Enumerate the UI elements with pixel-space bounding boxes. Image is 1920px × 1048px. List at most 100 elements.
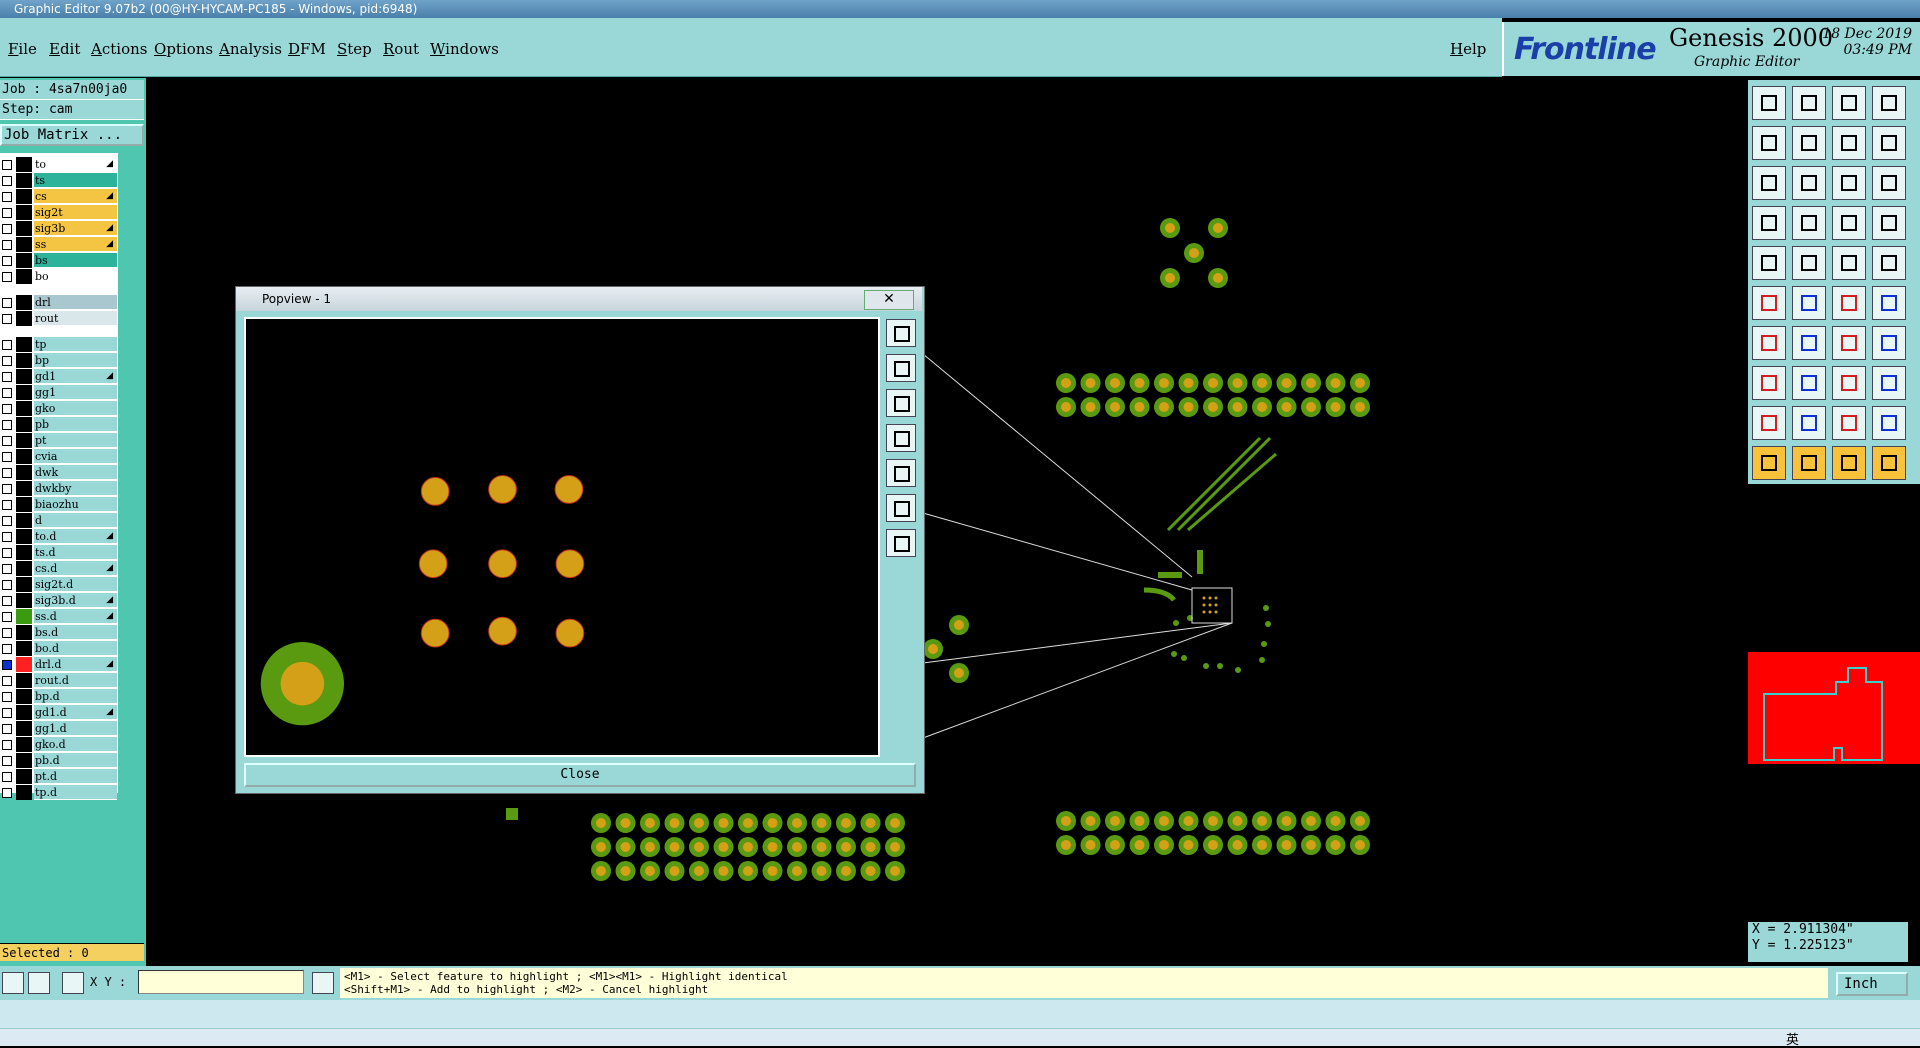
- layer-checkbox[interactable]: [2, 240, 12, 250]
- pad[interactable]: [1085, 402, 1096, 412]
- pad[interactable]: [1232, 378, 1243, 388]
- layer-row[interactable]: bo: [0, 269, 118, 284]
- popview-canvas[interactable]: [244, 317, 880, 757]
- layer-checkbox[interactable]: [2, 628, 12, 638]
- job-matrix-button[interactable]: Job Matrix ...: [0, 124, 144, 146]
- layer-color-swatch[interactable]: [16, 385, 32, 400]
- layer-checkbox[interactable]: [2, 580, 12, 590]
- tool-button[interactable]: [1872, 166, 1906, 200]
- layer-name[interactable]: sig2t.d: [34, 577, 117, 592]
- layer-color-swatch[interactable]: [16, 205, 32, 220]
- layer-row[interactable]: ts.d: [0, 545, 118, 560]
- menu-actions[interactable]: Actions: [91, 40, 147, 58]
- pad[interactable]: [1263, 605, 1269, 611]
- popview-close-button[interactable]: Close: [244, 763, 916, 787]
- pad[interactable]: [1213, 223, 1223, 233]
- snap-icon[interactable]: [2, 972, 24, 994]
- menu-rout[interactable]: Rout: [383, 40, 419, 58]
- pad[interactable]: [1110, 378, 1120, 388]
- pad[interactable]: [767, 818, 778, 828]
- pad[interactable]: [1208, 402, 1218, 412]
- layer-color-swatch[interactable]: [16, 753, 32, 768]
- tool-button[interactable]: [1872, 86, 1906, 120]
- tool-button[interactable]: [1872, 406, 1906, 440]
- layer-name[interactable]: dwk: [34, 465, 117, 480]
- layer-name[interactable]: tp: [34, 337, 117, 352]
- tool-button[interactable]: [1872, 326, 1906, 360]
- pad[interactable]: [645, 818, 655, 828]
- pad[interactable]: [1061, 402, 1071, 412]
- pad[interactable]: [954, 620, 964, 630]
- pad[interactable]: [645, 866, 655, 876]
- layer-color-swatch[interactable]: [16, 253, 32, 268]
- layer-row[interactable]: gko: [0, 401, 118, 416]
- layer-name[interactable]: bs: [34, 253, 117, 268]
- tool-button[interactable]: [1832, 166, 1866, 200]
- layer-name[interactable]: bp: [34, 353, 117, 368]
- layer-color-swatch[interactable]: [16, 561, 32, 576]
- pad[interactable]: [1202, 596, 1206, 600]
- layer-color-swatch[interactable]: [16, 481, 32, 496]
- layer-color-swatch[interactable]: [16, 609, 32, 624]
- layer-checkbox[interactable]: [2, 612, 12, 622]
- layer-name[interactable]: pb.d: [34, 753, 117, 768]
- pad[interactable]: [1257, 402, 1267, 412]
- layer-row[interactable]: dwkby: [0, 481, 118, 496]
- tool-button[interactable]: [1752, 446, 1786, 480]
- pad[interactable]: [841, 866, 851, 876]
- pad[interactable]: [792, 866, 802, 876]
- tool-button[interactable]: [1872, 366, 1906, 400]
- layer-checkbox[interactable]: [2, 272, 12, 282]
- tool-button[interactable]: [1792, 326, 1826, 360]
- layer-name[interactable]: gko.d: [34, 737, 117, 752]
- layer-row[interactable]: pb.d: [0, 753, 118, 768]
- layer-name[interactable]: cs.d ◢: [34, 561, 117, 576]
- layer-checkbox[interactable]: [2, 256, 12, 266]
- pad[interactable]: [1259, 657, 1265, 663]
- layer-row[interactable]: gg1: [0, 385, 118, 400]
- pad[interactable]: [1257, 840, 1267, 850]
- pad[interactable]: [1203, 663, 1209, 669]
- menu-analysis[interactable]: Analysis: [219, 40, 282, 58]
- layer-row[interactable]: d: [0, 513, 118, 528]
- pad[interactable]: [1061, 816, 1071, 826]
- layer-color-swatch[interactable]: [16, 311, 32, 326]
- tool-button[interactable]: [1752, 406, 1786, 440]
- layer-color-swatch[interactable]: [16, 449, 32, 464]
- pad[interactable]: [1159, 402, 1169, 412]
- layer-color-swatch[interactable]: [16, 689, 32, 704]
- layer-row[interactable]: sig2t.d: [0, 577, 118, 592]
- pad[interactable]: [1208, 603, 1212, 607]
- layer-name[interactable]: d: [34, 513, 117, 528]
- info-icon[interactable]: [312, 972, 334, 994]
- layer-name[interactable]: gd1 ◢: [34, 369, 117, 384]
- pad[interactable]: [865, 842, 876, 852]
- tool-button[interactable]: [1832, 246, 1866, 280]
- popview-window[interactable]: Popview - 1 ✕ Close: [235, 286, 925, 794]
- pad[interactable]: [1110, 816, 1120, 826]
- pad[interactable]: [1232, 816, 1243, 826]
- layer-checkbox[interactable]: [2, 516, 12, 526]
- popview-close-icon[interactable]: ✕: [864, 290, 914, 310]
- popview-tool-button[interactable]: [886, 389, 916, 417]
- popview-pad[interactable]: [555, 549, 585, 579]
- layer-name[interactable]: ss ◢: [34, 237, 117, 252]
- layer-name[interactable]: biaozhu: [34, 497, 117, 512]
- pad[interactable]: [792, 842, 802, 852]
- layer-name[interactable]: gd1.d ◢: [34, 705, 117, 720]
- layer-color-swatch[interactable]: [16, 513, 32, 528]
- popview-tool-button[interactable]: [886, 529, 916, 557]
- pad[interactable]: [1214, 603, 1218, 607]
- tool-button[interactable]: [1832, 406, 1866, 440]
- menu-options[interactable]: Options: [154, 40, 213, 58]
- layer-checkbox[interactable]: [2, 708, 12, 718]
- tool-button[interactable]: [1872, 446, 1906, 480]
- layer-name[interactable]: sig2t: [34, 205, 117, 220]
- layer-row[interactable]: to.d ◢: [0, 529, 118, 544]
- layer-checkbox[interactable]: [2, 388, 12, 398]
- tool-button[interactable]: [1792, 166, 1826, 200]
- layer-color-swatch[interactable]: [16, 221, 32, 236]
- popview-pad[interactable]: [420, 477, 450, 506]
- layer-checkbox[interactable]: [2, 500, 12, 510]
- pad[interactable]: [1165, 223, 1175, 233]
